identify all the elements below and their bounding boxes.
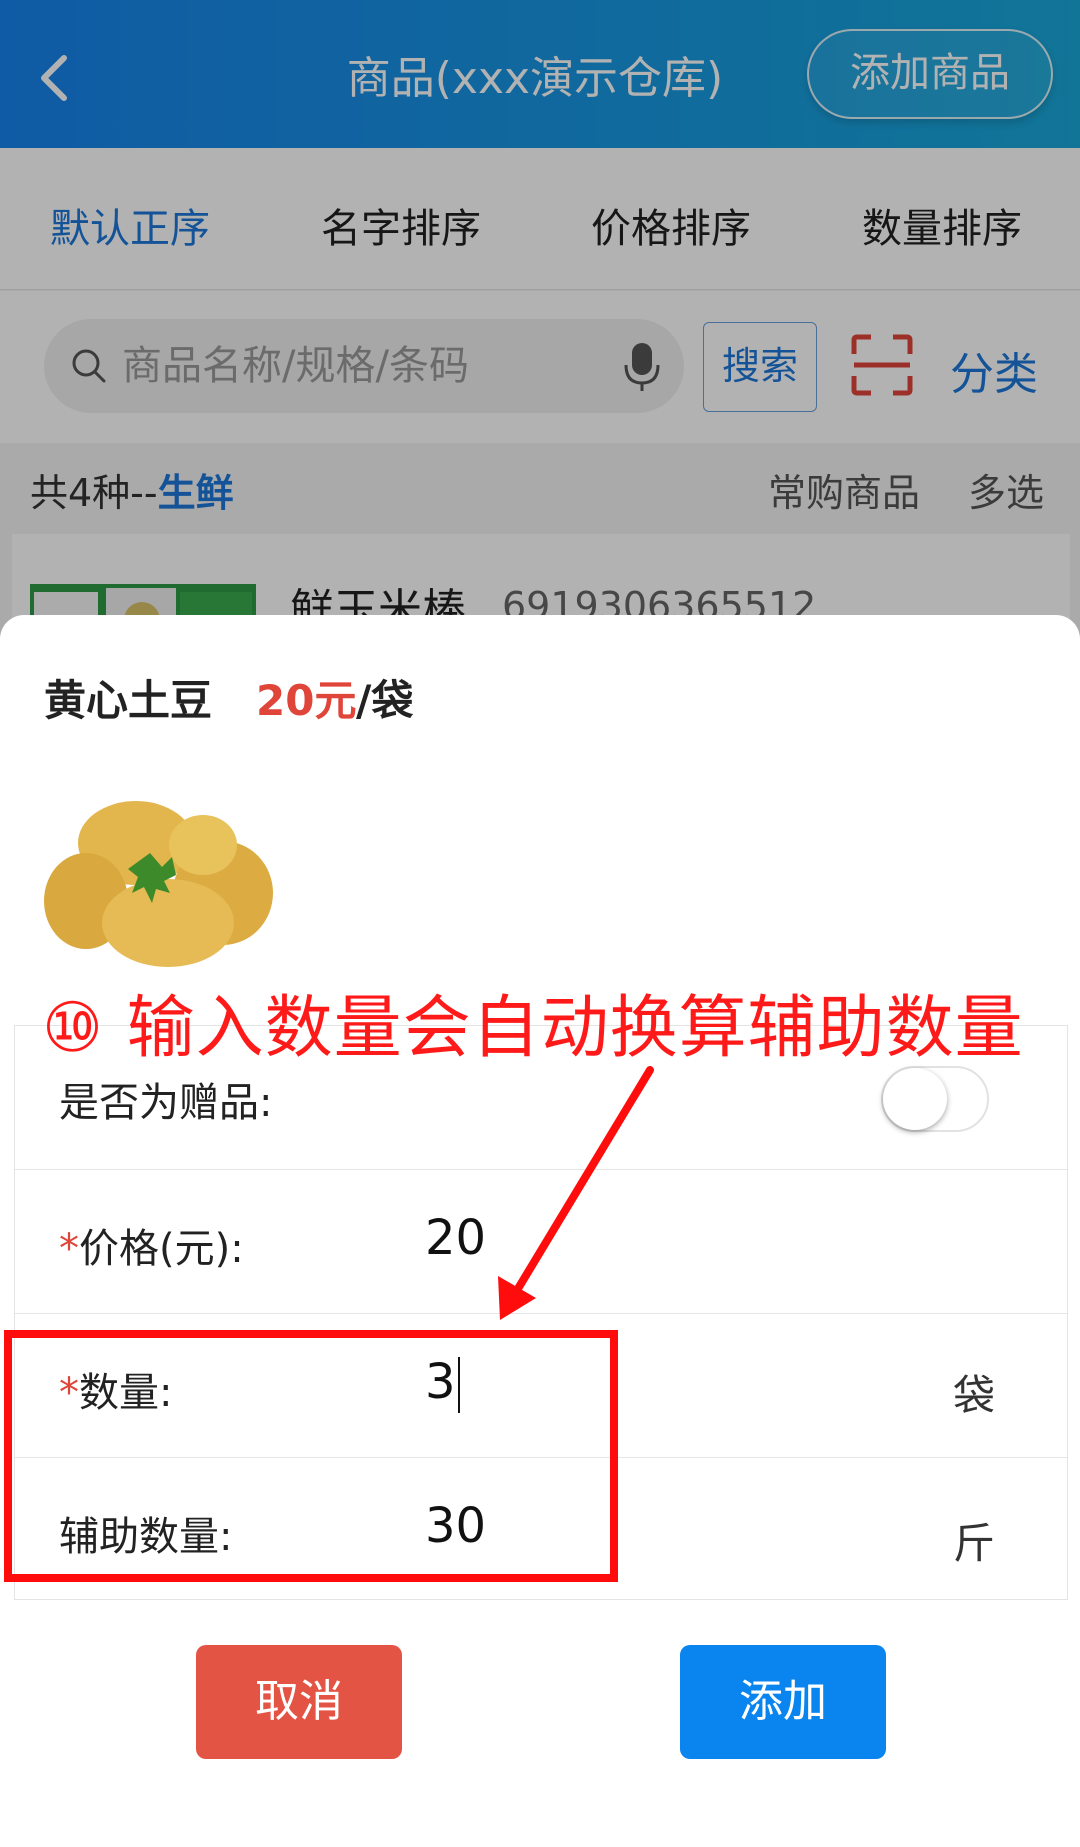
price-label: *价格(元): — [59, 1216, 244, 1274]
aux-quantity-unit: 斤 — [953, 1519, 996, 1568]
product-name: 黄心土豆 — [44, 676, 213, 725]
gift-label: 是否为赠品: — [59, 1080, 273, 1126]
price-label-text: 价格(元): — [79, 1226, 244, 1272]
required-mark: * — [59, 1226, 79, 1272]
price-row: *价格(元): 20 — [15, 1170, 1067, 1314]
toggle-knob — [883, 1068, 947, 1130]
price-input[interactable]: 20 — [425, 1210, 725, 1266]
product-unit: /袋 — [356, 676, 414, 725]
add-goods-sheet: 黄心土豆 20元 /袋 是否为赠品: *价格(元): 20 *数量: 3 袋 辅… — [0, 615, 1080, 1847]
product-image — [44, 801, 273, 967]
quantity-unit: 袋 — [953, 1371, 996, 1420]
add-button[interactable]: 添加 — [680, 1645, 886, 1759]
cancel-button[interactable]: 取消 — [196, 1645, 402, 1759]
product-price: 20元 — [256, 676, 357, 725]
annotation-highlight-box — [4, 1330, 618, 1582]
annotation-text: ⑩ 输入数量会自动换算辅助数量 — [42, 989, 1024, 1068]
gift-toggle[interactable] — [881, 1066, 989, 1132]
